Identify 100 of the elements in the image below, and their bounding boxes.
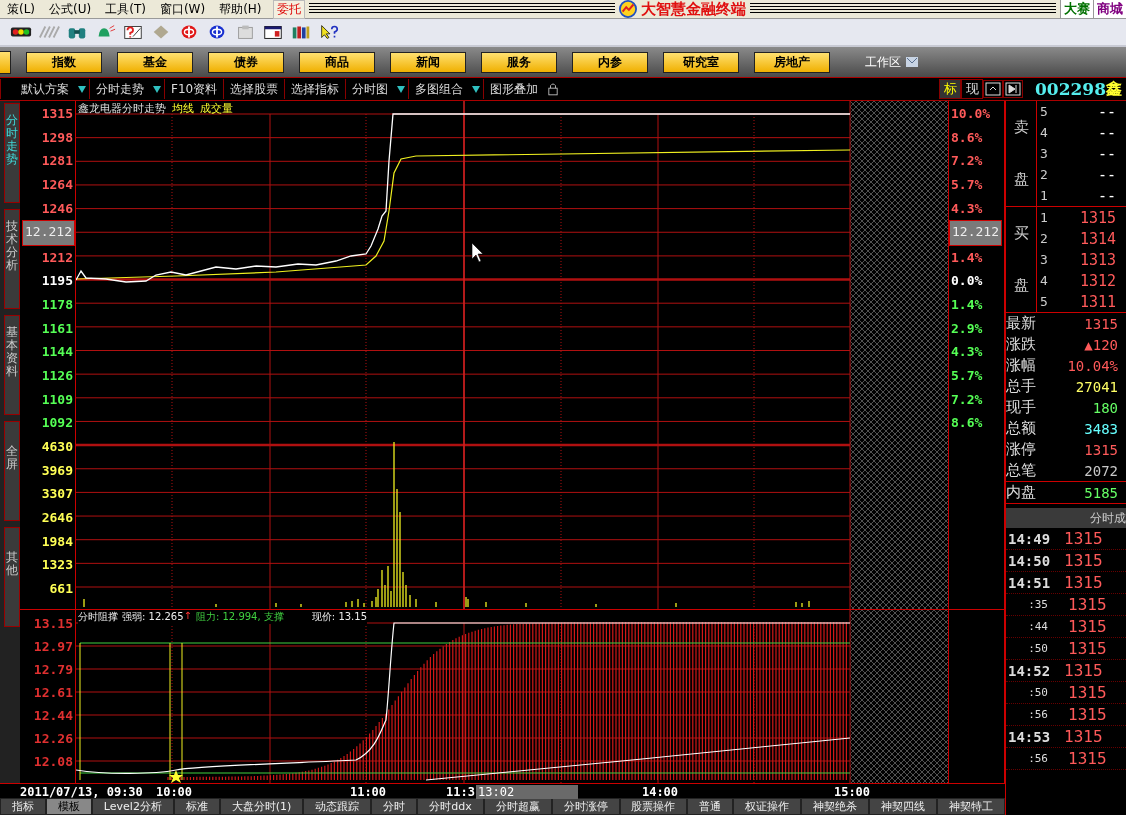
side-tab[interactable]: 其他 — [4, 527, 20, 627]
nav-button[interactable]: 债券 — [208, 51, 284, 73]
side-tab[interactable]: 全屏 — [4, 421, 20, 521]
axis-label: 4.3% — [950, 199, 984, 218]
view-toggle[interactable]: 现 — [961, 79, 983, 99]
tick-time: 14:53 — [1007, 728, 1052, 745]
order-price: -- — [1097, 165, 1116, 184]
bottom-tab[interactable]: 模板 — [45, 798, 92, 815]
bottom-tab[interactable]: 标准 — [173, 798, 220, 815]
axis-label: 12.08 — [32, 752, 74, 771]
side-tab[interactable]: 分时走势 — [4, 103, 20, 203]
bottom-tab[interactable]: 指标 — [0, 798, 46, 815]
indicator-name: 分时阻撑 — [78, 610, 118, 624]
bottom-tab[interactable]: 神契绝杀 — [801, 798, 870, 815]
axis-label: 1323 — [40, 556, 74, 575]
nav-button[interactable]: 内参 — [572, 51, 648, 73]
menu-item[interactable]: 公式(U) — [42, 0, 99, 18]
rank: 5 — [1040, 104, 1048, 119]
nav-button[interactable]: 房地产 — [754, 51, 830, 73]
axis-label: 1315 — [40, 105, 74, 123]
order-price: -- — [1097, 144, 1116, 163]
ticks-header: 分时成 — [1006, 508, 1126, 528]
bottom-tab[interactable]: Level2分析 — [91, 798, 174, 815]
axis-label: 1092 — [40, 414, 74, 433]
nav-button[interactable]: 商品 — [299, 51, 375, 73]
chart-title: 鑫龙电器分时走势 — [78, 101, 166, 116]
axis-label: 12.97 — [32, 637, 74, 656]
rank: 4 — [1040, 125, 1048, 140]
title-link[interactable]: 商城 — [1093, 0, 1126, 18]
indicator-value: 阻力: 12.994, 支撑 — [195, 610, 284, 624]
nav-button[interactable]: 研究室 — [663, 51, 739, 73]
tick-time: :50 — [1027, 642, 1049, 655]
tick-time: 14:51 — [1007, 574, 1052, 591]
quote-label: 现手 — [1006, 398, 1036, 417]
axis-label: 8.6% — [950, 128, 984, 147]
bottom-tab[interactable]: 神契四线 — [869, 798, 938, 815]
bottom-tab[interactable]: 大盘分时(1) — [219, 798, 304, 815]
bottom-tab[interactable]: 权证操作 — [733, 798, 802, 815]
axis-label: 1264 — [40, 175, 74, 194]
tick-price: 1315 — [1068, 639, 1107, 658]
time-label: 10:00 — [155, 785, 193, 799]
menu-item[interactable]: 帮助(H) — [212, 0, 269, 18]
quote-label: 涨停 — [1006, 440, 1036, 459]
axis-label: 1281 — [40, 152, 74, 171]
order-price: -- — [1097, 186, 1116, 205]
tick-time: :44 — [1027, 620, 1049, 633]
nav-button[interactable]: 新闻 — [390, 51, 466, 73]
quote-label: 最新 — [1006, 314, 1036, 333]
app-title: 大智慧金融终端 — [640, 0, 746, 19]
axis-label: 1.4% — [950, 248, 984, 267]
side-tab[interactable]: 基本资料 — [4, 315, 20, 415]
stock-name: 鑫 — [1106, 78, 1123, 100]
order-price: 1315 — [1079, 208, 1116, 227]
rank: 5 — [1040, 294, 1048, 309]
axis-label: 5.7% — [950, 367, 984, 386]
axis-label: 7.2% — [950, 390, 984, 409]
menu-tab[interactable]: 委托 — [272, 0, 305, 19]
quote-value: 1315 — [1084, 315, 1118, 332]
view-toggle[interactable]: 标 — [939, 79, 961, 99]
axis-label: 661 — [48, 579, 74, 598]
axis-label: 2646 — [40, 508, 74, 527]
nav-button[interactable]: 基金 — [117, 51, 193, 73]
axis-label: 1212 — [40, 248, 74, 267]
axis-label: 1298 — [40, 128, 74, 147]
title-link[interactable]: 大赛 — [1060, 0, 1093, 18]
time-label: 11:3 — [446, 785, 476, 799]
quote-label: 涨幅 — [1006, 356, 1036, 375]
bottom-tab[interactable]: 分时 — [371, 798, 418, 815]
axis-label: 1195 — [40, 272, 74, 291]
tick-time: 14:50 — [1007, 552, 1052, 569]
menu-item[interactable]: 工具(T) — [98, 0, 153, 18]
tick-time: 14:52 — [1007, 662, 1052, 679]
quote-label: 总笔 — [1006, 461, 1036, 480]
menu-item[interactable]: 窗口(W) — [152, 0, 213, 18]
rank: 3 — [1040, 146, 1048, 161]
bottom-tab[interactable]: 普通 — [687, 798, 734, 815]
axis-label: 12.212 — [949, 220, 1002, 246]
bottom-tab[interactable]: 股票操作 — [619, 798, 688, 815]
tick-time: :56 — [1027, 708, 1049, 721]
bottom-tab[interactable]: 分时ddx — [417, 798, 484, 815]
axis-label: 12.79 — [32, 660, 74, 679]
quote-label: 总手 — [1006, 377, 1036, 396]
rank: 2 — [1040, 231, 1048, 246]
rank: 3 — [1040, 252, 1048, 267]
axis-label: 3969 — [40, 461, 74, 480]
quote-value: 1315 — [1084, 441, 1118, 458]
menu-item[interactable]: 策(L) — [0, 0, 43, 18]
tick-price: 1315 — [1068, 617, 1107, 636]
tick-price: 1315 — [1064, 573, 1103, 592]
side-tab[interactable]: 技术分析 — [4, 209, 20, 309]
quote-value: 27041 — [1075, 378, 1118, 395]
bottom-tab[interactable]: 动态跟踪 — [303, 798, 372, 815]
axis-label: 0.0% — [950, 272, 984, 291]
nav-button[interactable]: 指数 — [26, 51, 102, 73]
bottom-tab[interactable]: 分时涨停 — [551, 798, 620, 815]
bottom-tab[interactable]: 神契特工 — [937, 798, 1006, 815]
nav-button[interactable]: 服务 — [481, 51, 557, 73]
axis-label: 1109 — [40, 390, 74, 409]
order-price: 1312 — [1079, 271, 1116, 290]
axis-label: 1246 — [40, 199, 74, 218]
